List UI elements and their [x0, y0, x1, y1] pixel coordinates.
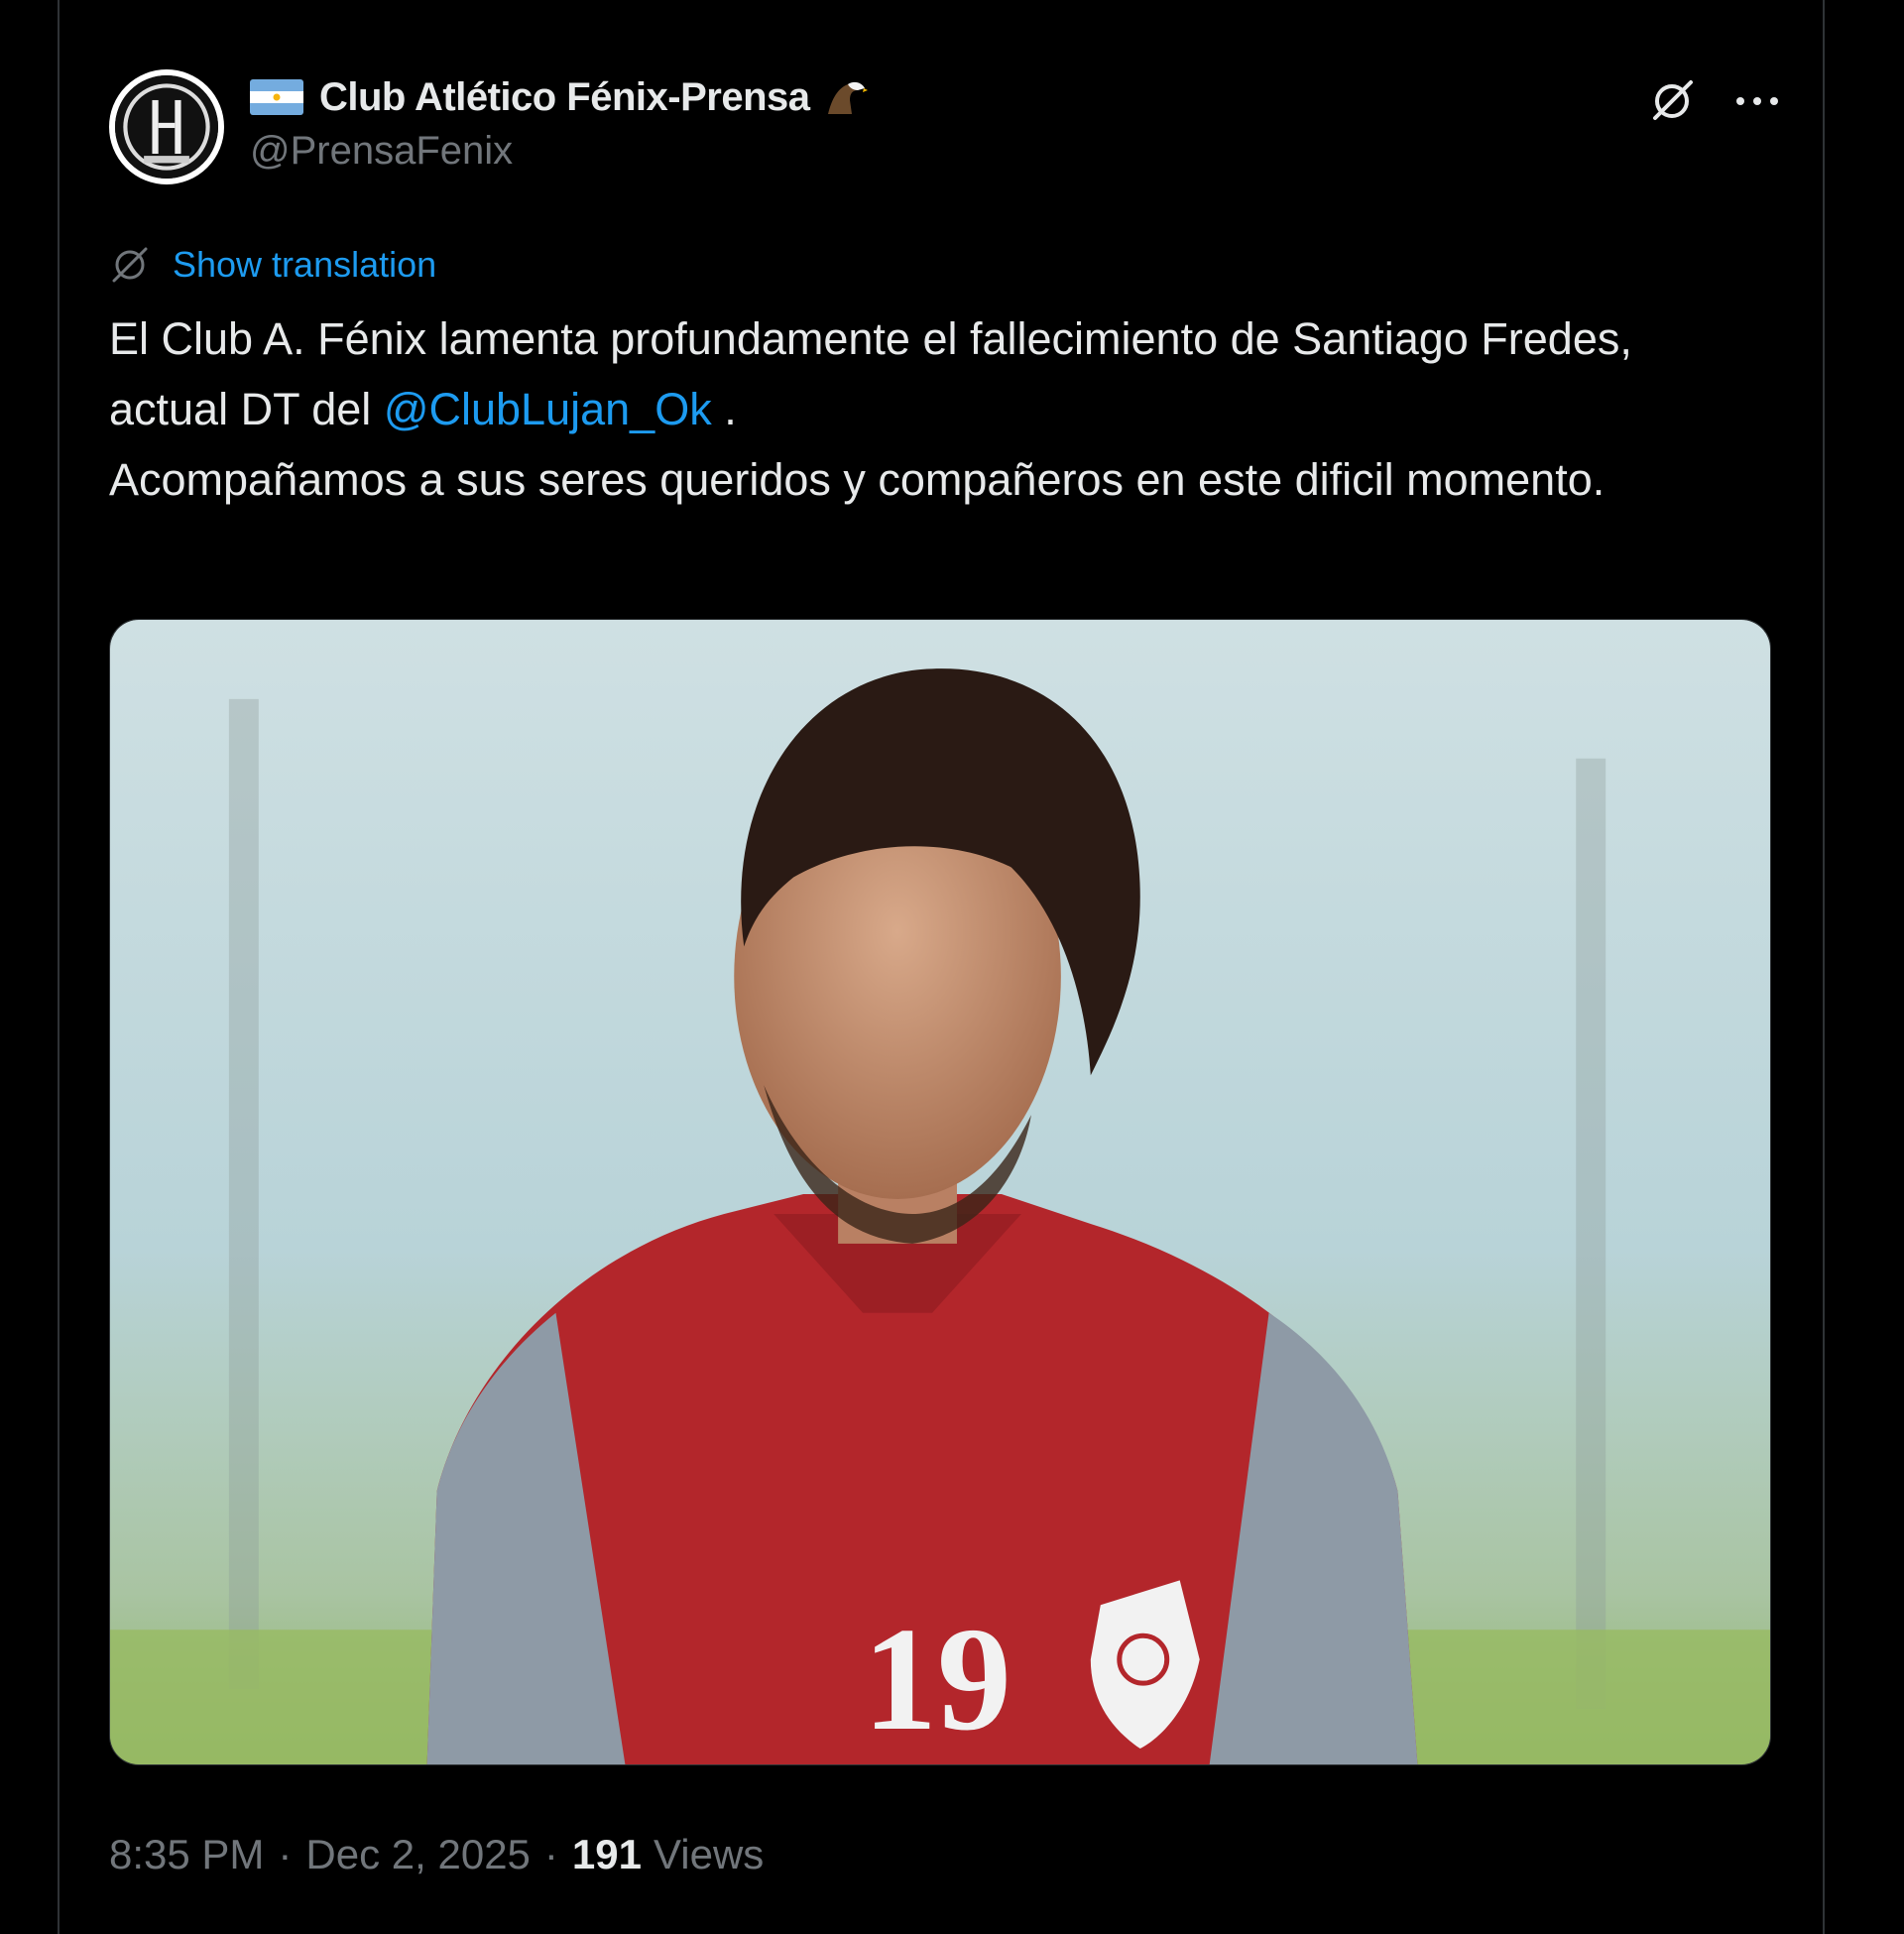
translate-icon — [109, 244, 151, 286]
tweet-time[interactable]: 8:35 PM — [109, 1831, 264, 1878]
tweet-text-line1-end: . — [711, 384, 737, 434]
eagle-icon — [822, 76, 868, 118]
meta-separator: · — [278, 1831, 293, 1877]
tweet-text: El Club A. Fénix lamenta profundamente e… — [109, 303, 1755, 515]
views-label: Views — [654, 1831, 765, 1877]
grok-button[interactable] — [1636, 65, 1708, 137]
grok-icon — [1653, 80, 1693, 120]
translation-row[interactable]: Show translation — [109, 240, 436, 290]
more-icon — [1736, 97, 1778, 105]
player-photo: 19 — [110, 620, 1770, 1764]
timeline-left-border — [58, 0, 60, 1934]
author-display-name[interactable]: Club Atlético Fénix-Prensa — [319, 75, 810, 120]
tweet-text-line2: Acompañamos a sus seres queridos y compa… — [109, 454, 1606, 505]
club-crest-icon — [115, 75, 218, 179]
mention-link[interactable]: @ClubLujan_Ok — [384, 384, 712, 434]
tweet-photo[interactable]: 19 — [109, 619, 1771, 1765]
views-count: 191 — [571, 1831, 642, 1877]
timeline-right-border — [1823, 0, 1825, 1934]
author-name-row[interactable]: Club Atlético Fénix-Prensa — [250, 67, 868, 127]
tweet-date[interactable]: Dec 2, 2025 — [305, 1831, 531, 1878]
tweet-meta: 8:35 PM · Dec 2, 2025 · 191 Views — [109, 1831, 764, 1878]
show-translation-link[interactable]: Show translation — [173, 244, 436, 286]
author-handle[interactable]: @PrensaFenix — [250, 129, 513, 174]
jersey-number: 19 — [863, 1598, 1012, 1761]
more-button[interactable] — [1722, 65, 1793, 137]
meta-separator-2: · — [543, 1831, 558, 1877]
tweet-text-line1: El Club A. Fénix lamenta profundamente e… — [109, 313, 1632, 434]
argentina-flag-icon — [250, 79, 303, 115]
avatar[interactable] — [109, 69, 224, 184]
